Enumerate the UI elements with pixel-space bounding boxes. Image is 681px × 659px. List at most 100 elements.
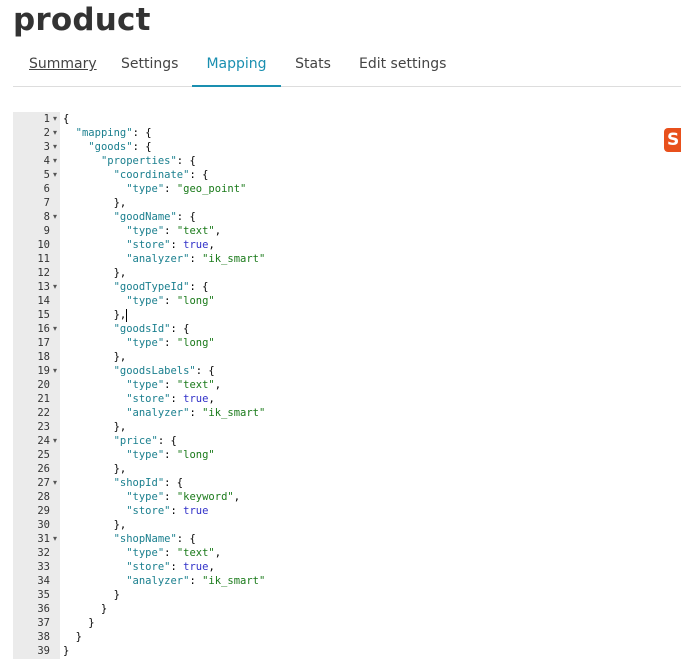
fold-toggle-icon[interactable]: ▾ <box>53 532 57 546</box>
json-punctuation <box>63 253 126 265</box>
json-punctuation: : { <box>189 281 209 293</box>
json-punctuation: : { <box>164 477 184 489</box>
code-line: "goodTypeId": { <box>63 280 209 294</box>
code-line: "goodName": { <box>63 210 196 224</box>
line-number: 28 <box>37 491 50 503</box>
line-number: 16 <box>37 323 50 335</box>
json-punctuation: : <box>170 561 184 573</box>
fold-toggle-icon[interactable]: ▾ <box>53 112 57 126</box>
fold-toggle-icon[interactable]: ▾ <box>53 210 57 224</box>
line-number: 22 <box>37 407 50 419</box>
line-number: 37 <box>37 617 50 629</box>
json-key: "goodsLabels" <box>113 365 196 377</box>
json-key: "goods" <box>88 141 133 153</box>
tab-edit-settings[interactable]: Edit settings <box>359 44 446 85</box>
code-line: "mapping": { <box>63 126 152 140</box>
json-punctuation <box>63 295 126 307</box>
json-punctuation <box>63 407 126 419</box>
json-key: "analyzer" <box>126 253 190 265</box>
code-line: "goodsId": { <box>63 322 190 336</box>
fold-toggle-icon[interactable]: ▾ <box>53 154 57 168</box>
json-key: "store" <box>126 393 171 405</box>
json-punctuation: { <box>63 113 70 125</box>
code-line: "goods": { <box>63 140 151 154</box>
json-punctuation: : <box>189 253 203 265</box>
logo-letter: S <box>667 130 680 150</box>
json-punctuation: : <box>170 393 184 405</box>
text-cursor <box>126 308 128 322</box>
line-number: 13 <box>37 281 50 293</box>
json-code-editor[interactable]: 1 ▾ 2 ▾ 3 ▾ 4 ▾ 5 ▾ 6 7 8 ▾ 9 10 11 12 13 ▾ 14 15 16 ▾ 17 18 19 ▾ 20… <box>13 112 681 659</box>
json-key: "type" <box>126 225 165 237</box>
json-key: "type" <box>126 295 165 307</box>
code-line: "store": true <box>63 504 208 518</box>
line-number: 25 <box>37 449 50 461</box>
fold-toggle-icon[interactable]: ▾ <box>53 280 57 294</box>
json-key: "coordinate" <box>113 169 190 181</box>
json-punctuation: }, <box>63 351 127 363</box>
json-key: "analyzer" <box>126 407 190 419</box>
fold-toggle-icon[interactable]: ▾ <box>53 140 57 154</box>
code-line: }, <box>63 462 127 476</box>
json-punctuation: : { <box>189 169 209 181</box>
json-string: "long" <box>176 337 215 349</box>
json-punctuation <box>63 183 126 195</box>
line-number: 26 <box>37 463 50 475</box>
line-number: 8 <box>43 211 50 223</box>
json-punctuation: , <box>214 547 222 559</box>
tab-mapping[interactable]: Mapping <box>192 44 281 87</box>
json-string: "long" <box>176 295 215 307</box>
fold-toggle-icon[interactable]: ▾ <box>53 168 57 182</box>
fold-toggle-icon[interactable]: ▾ <box>53 322 57 336</box>
line-number: 29 <box>37 505 50 517</box>
json-string: "ik_smart" <box>202 407 266 419</box>
json-punctuation: : { <box>176 155 196 167</box>
json-punctuation: , <box>214 225 222 237</box>
code-line: "coordinate": { <box>63 168 209 182</box>
tab-summary[interactable]: Summary <box>29 44 97 85</box>
line-number: 30 <box>37 519 50 531</box>
json-punctuation: : <box>164 449 177 461</box>
json-punctuation <box>63 477 114 489</box>
json-key: "type" <box>126 547 165 559</box>
json-punctuation: : { <box>170 323 190 335</box>
json-punctuation <box>63 365 114 377</box>
json-key: "goodsId" <box>113 323 171 335</box>
json-punctuation <box>63 127 76 139</box>
json-punctuation: , <box>208 239 215 251</box>
line-number: 23 <box>37 421 50 433</box>
fold-toggle-icon[interactable]: ▾ <box>53 364 57 378</box>
json-punctuation: }, <box>63 463 127 475</box>
code-line: "type": "long" <box>63 336 215 350</box>
json-punctuation: : { <box>157 435 177 447</box>
json-string: "keyword" <box>176 491 234 503</box>
json-boolean: true <box>183 239 209 251</box>
json-key: "mapping" <box>75 127 133 139</box>
line-number: 32 <box>37 547 50 559</box>
tab-settings[interactable]: Settings <box>121 44 178 85</box>
json-string: "text" <box>176 547 215 559</box>
tab-stats[interactable]: Stats <box>295 44 331 85</box>
json-punctuation: : <box>164 337 177 349</box>
code-line: } <box>63 630 82 644</box>
line-number-gutter: 1 ▾ 2 ▾ 3 ▾ 4 ▾ 5 ▾ 6 7 8 ▾ 9 10 11 12 13 ▾ 14 15 16 ▾ 17 18 19 ▾ 20… <box>13 112 60 659</box>
json-punctuation: }, <box>63 197 127 209</box>
code-line: "type": "long" <box>63 294 215 308</box>
line-number: 21 <box>37 393 50 405</box>
json-punctuation <box>63 225 126 237</box>
json-punctuation <box>63 281 114 293</box>
json-punctuation: } <box>63 645 70 657</box>
code-line: "type": "text", <box>63 546 221 560</box>
code-line: "type": "keyword", <box>63 490 240 504</box>
fold-toggle-icon[interactable]: ▾ <box>53 476 57 490</box>
line-number: 2 <box>43 127 50 139</box>
json-punctuation <box>63 491 126 503</box>
code-line: "analyzer": "ik_smart" <box>63 406 265 420</box>
json-punctuation: : { <box>176 211 196 223</box>
line-number: 11 <box>37 253 50 265</box>
line-number: 15 <box>37 309 50 321</box>
line-number: 27 <box>37 477 50 489</box>
fold-toggle-icon[interactable]: ▾ <box>53 434 57 448</box>
extension-logo-icon[interactable]: S <box>664 128 681 152</box>
fold-toggle-icon[interactable]: ▾ <box>53 126 57 140</box>
